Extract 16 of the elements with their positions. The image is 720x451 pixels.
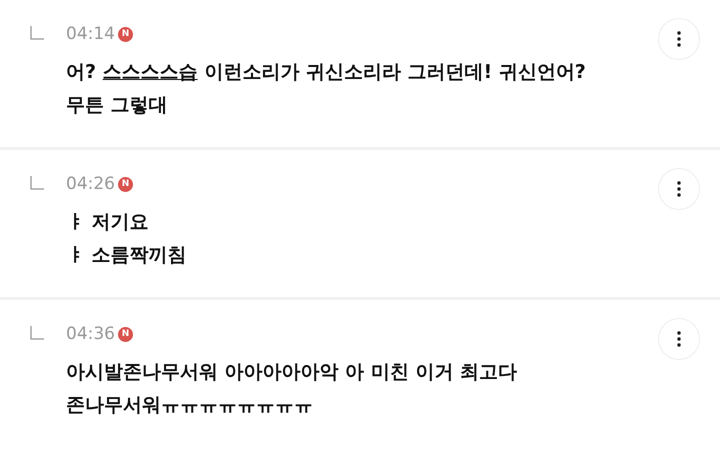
more-options-button[interactable] [658, 168, 700, 210]
comment-text: 어? 스스스스습 이런소리가 귀신소리라 그러던데! 귀신언어? 무튼 그렇대 [66, 60, 587, 118]
new-badge: N [118, 176, 133, 192]
comment-text: 아시발존나무서워 아아아아아악 아 미친 이거 최고다 존나무서워ㅠㅠㅠㅠㅠㅠㅠㅠ [66, 360, 518, 418]
comment-time: 04:36 [66, 324, 115, 344]
more-options-button[interactable] [658, 18, 700, 60]
comment-time: 04:26 [66, 174, 115, 194]
more-options-icon [677, 181, 681, 197]
more-options-icon [677, 331, 681, 347]
new-badge: N [118, 26, 133, 42]
comment-time: 04:14 [66, 24, 115, 44]
keyword-link[interactable]: 스스스스습 [102, 61, 198, 83]
comment-text: ㅑ 저기요 ㅑ 소름짝끼침 [66, 210, 188, 268]
more-options-button[interactable] [658, 318, 700, 360]
more-options-icon [677, 31, 681, 47]
new-badge: N [118, 326, 133, 342]
